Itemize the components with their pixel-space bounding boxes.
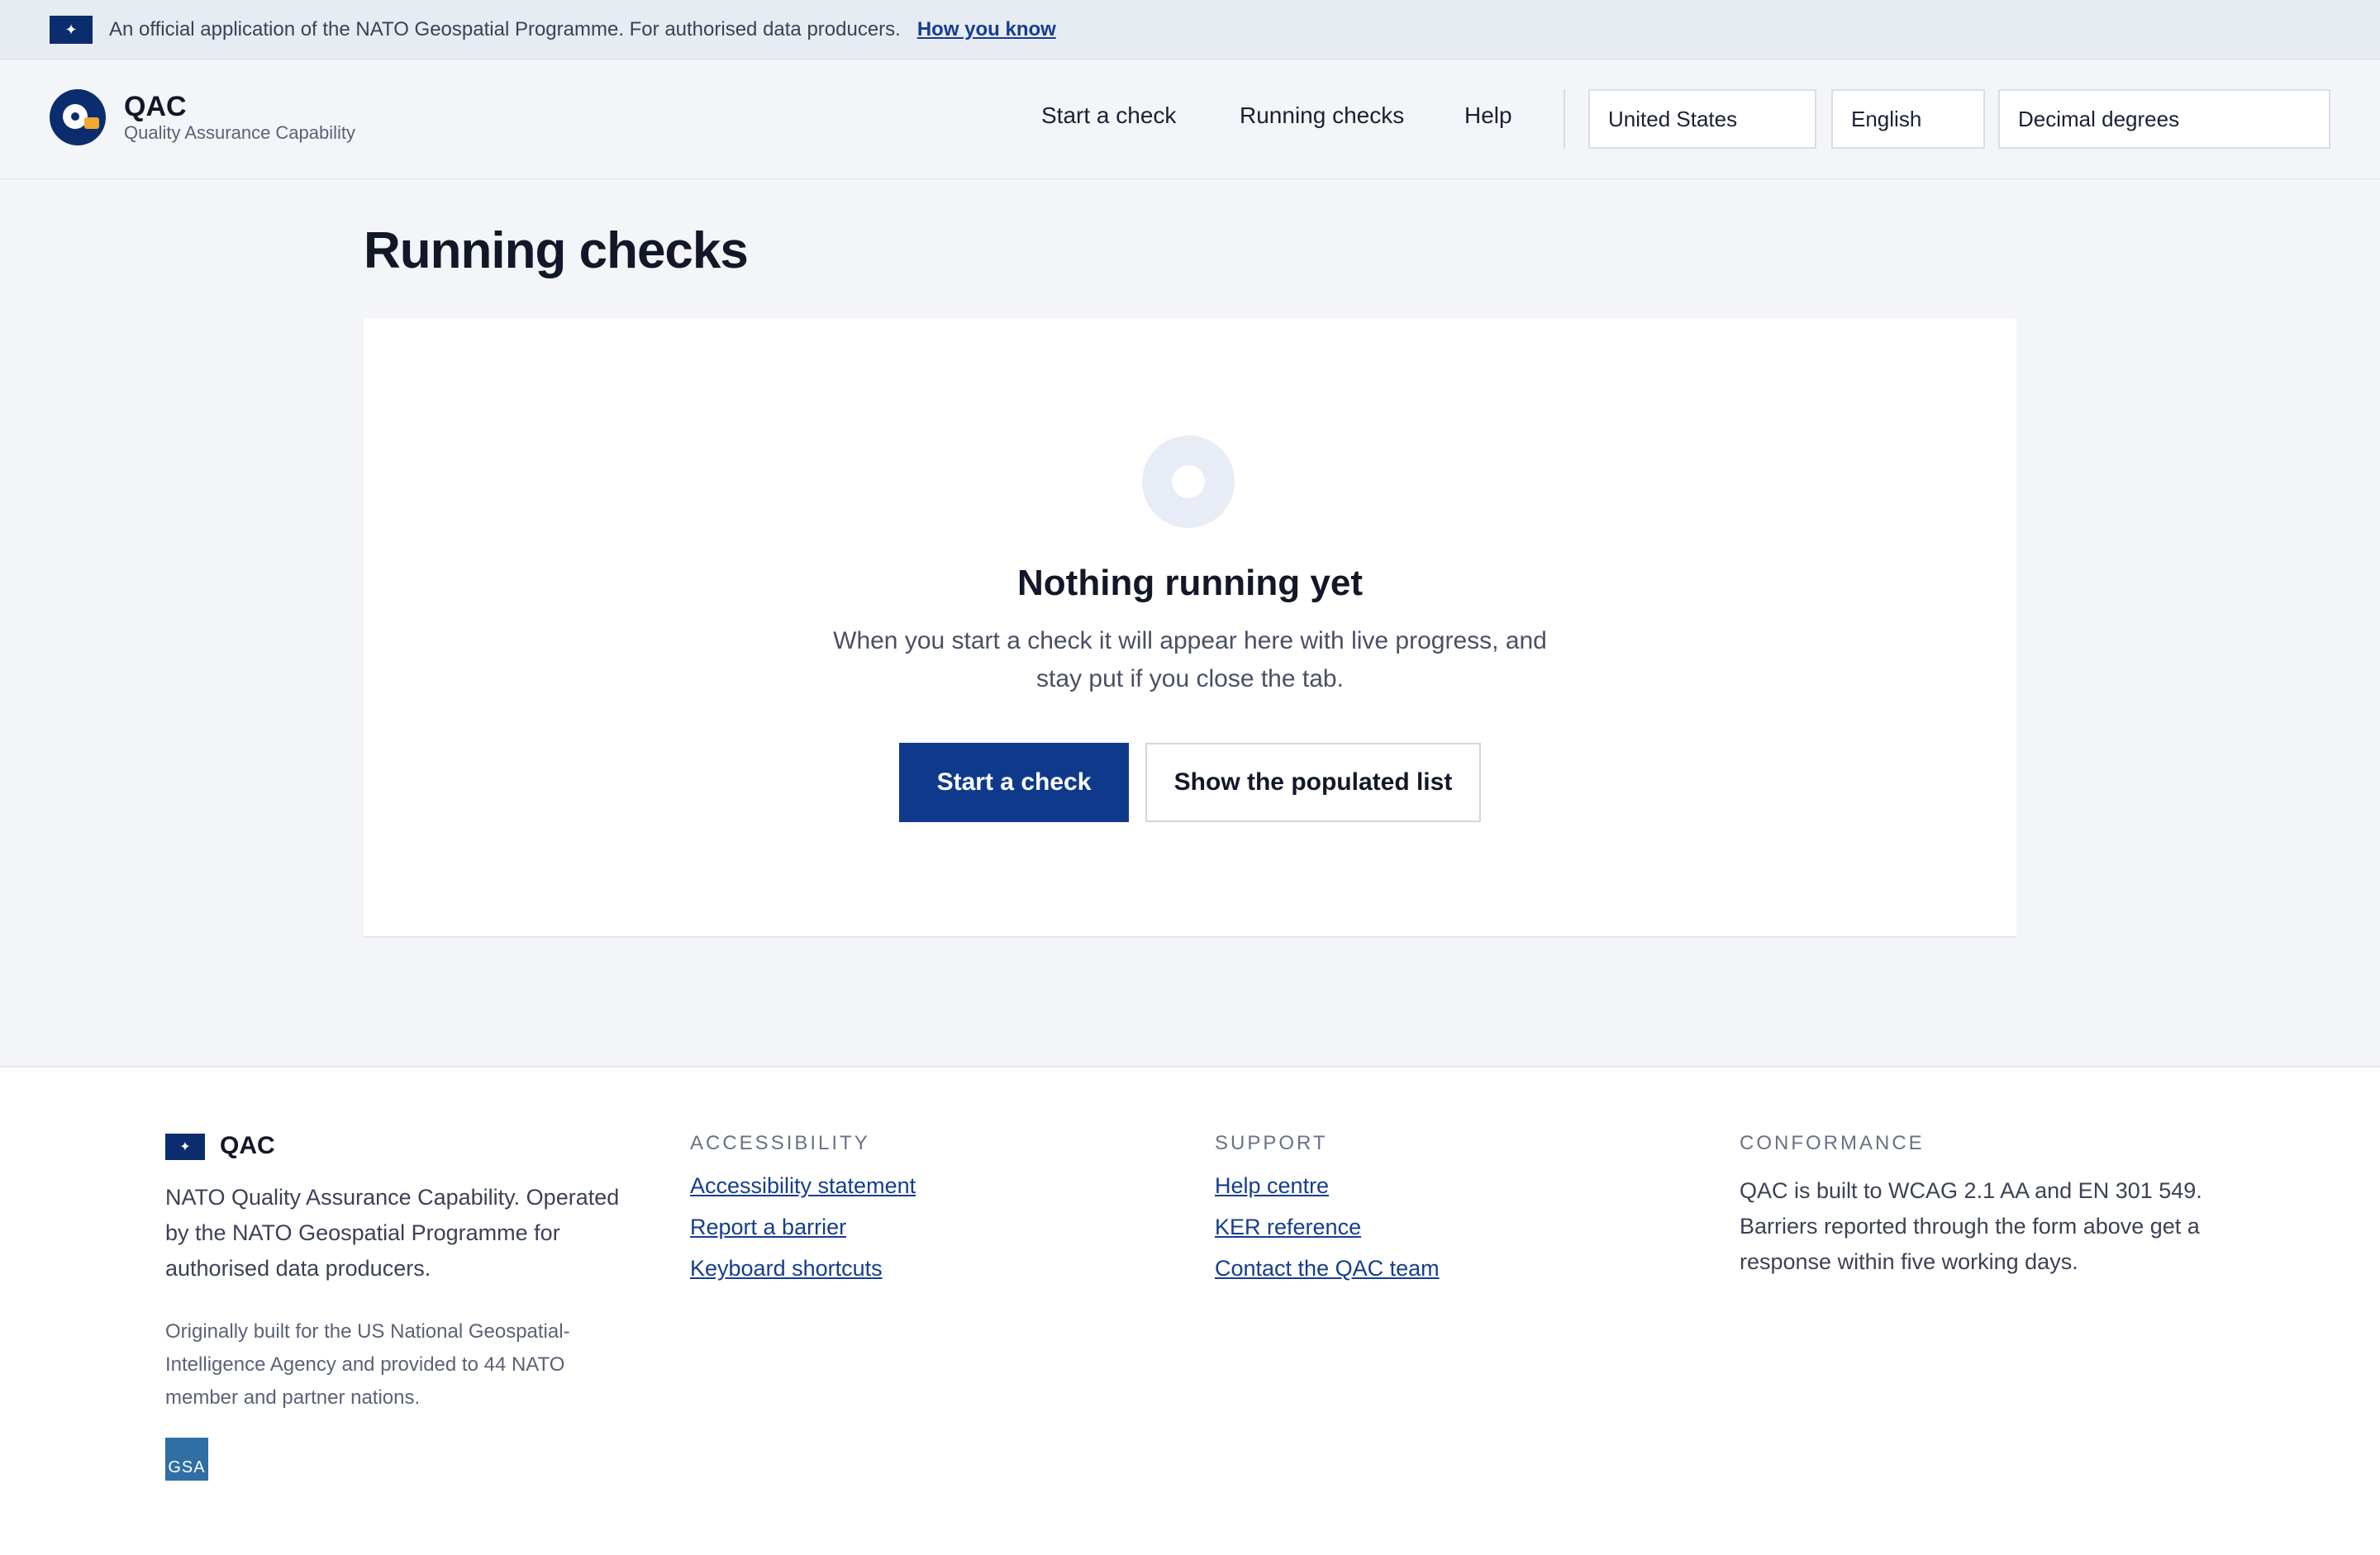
nato-flag-icon: ✦	[50, 15, 93, 44]
footer-flag-icon: ✦	[165, 1134, 205, 1160]
ker-reference-link[interactable]: KER reference	[1215, 1215, 1361, 1240]
country-select[interactable]: United States	[1588, 89, 1816, 149]
show-populated-list-button[interactable]: Show the populated list	[1145, 743, 1481, 822]
empty-state-card: Nothing running yet When you start a che…	[364, 318, 2016, 938]
empty-state-heading: Nothing running yet	[1017, 563, 1363, 603]
how-you-know-link[interactable]: How you know	[917, 18, 1056, 41]
gsa-logo-icon: GSA	[165, 1438, 208, 1481]
nav-divider	[1564, 89, 1565, 149]
keyboard-shortcuts-link[interactable]: Keyboard shortcuts	[690, 1256, 883, 1282]
site-footer: ✦ QAC NATO Quality Assurance Capability.…	[0, 1066, 2380, 1555]
report-a-barrier-link[interactable]: Report a barrier	[690, 1215, 846, 1240]
empty-ring-icon	[1142, 435, 1235, 528]
conformance-text: QAC is built to WCAG 2.1 AA and EN 301 5…	[1740, 1178, 2202, 1274]
logo-title[interactable]: QAC	[124, 91, 187, 123]
logo-subtitle: Quality Assurance Capability	[124, 122, 356, 143]
support-heading: SUPPORT	[1215, 1132, 1328, 1154]
logo-beak	[84, 117, 99, 129]
official-banner: ✦ An official application of the NATO Ge…	[0, 0, 2380, 59]
footer-about: NATO Quality Assurance Capability. Opera…	[165, 1185, 620, 1281]
coordinate-format-select[interactable]: Decimal degrees	[1998, 89, 2330, 149]
empty-state-description: When you start a check it will appear he…	[833, 627, 1547, 692]
footer-brand: QAC	[220, 1132, 275, 1159]
qac-logo-icon[interactable]	[50, 89, 106, 145]
nav-running-checks[interactable]: Running checks	[1240, 102, 1404, 129]
footer-origin: Originally built for the US National Geo…	[165, 1320, 570, 1409]
empty-ring-center	[1172, 465, 1205, 498]
accessibility-statement-link[interactable]: Accessibility statement	[690, 1173, 916, 1199]
start-a-check-button[interactable]: Start a check	[899, 743, 1129, 822]
official-banner-text: An official application of the NATO Geos…	[109, 17, 901, 40]
page-title: Running checks	[364, 222, 749, 279]
nav-start-a-check[interactable]: Start a check	[1041, 102, 1176, 129]
accessibility-heading: ACCESSIBILITY	[690, 1132, 870, 1154]
logo-pupil	[71, 112, 79, 121]
contact-qac-team-link[interactable]: Contact the QAC team	[1215, 1256, 1440, 1282]
site-header: QAC Quality Assurance Capability Start a…	[0, 59, 2380, 179]
conformance-heading: CONFORMANCE	[1740, 1132, 1925, 1154]
language-select[interactable]: English	[1831, 89, 1985, 149]
nav-help[interactable]: Help	[1464, 102, 1512, 129]
help-centre-link[interactable]: Help centre	[1215, 1173, 1329, 1199]
